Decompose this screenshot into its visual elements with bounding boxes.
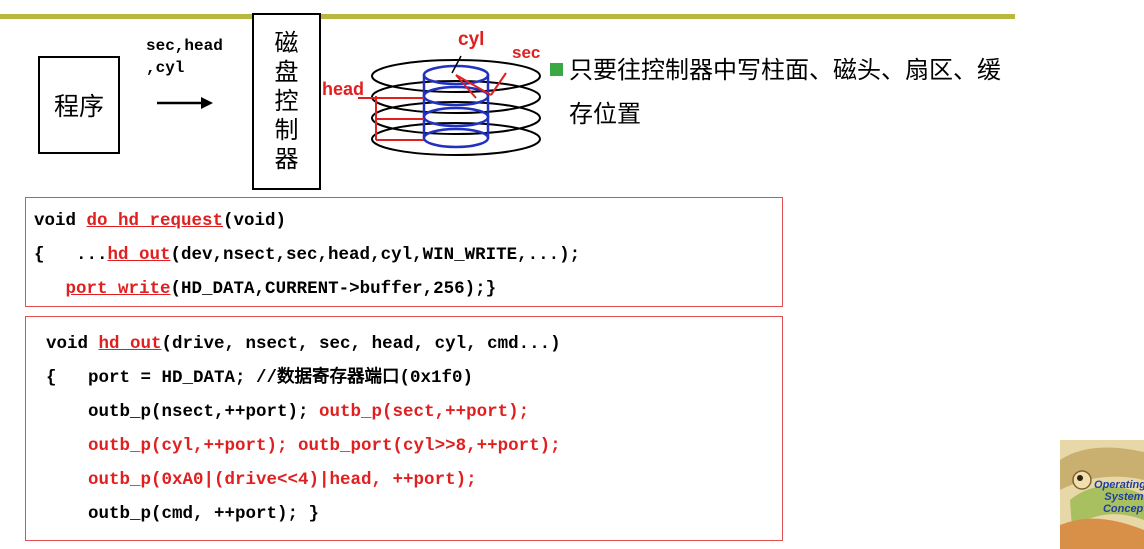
code-block-hd-out: void hd_out(drive, nsect, sec, head, cyl… <box>25 316 783 541</box>
controller-char: 磁 <box>274 29 299 57</box>
code-line: { port = HD_DATA; //数据寄存器端口(0x1f0) <box>46 368 474 388</box>
controller-char: 器 <box>274 145 299 173</box>
code-line: { ...hd_out(dev,nsect,sec,head,cyl,WIN_W… <box>34 245 581 265</box>
controller-char: 制 <box>274 116 299 144</box>
cyl-pointer <box>451 55 462 74</box>
code-line: void do_hd_request(void) <box>34 211 287 231</box>
controller-char: 盘 <box>274 58 299 86</box>
disk-platter-diagram: cyl sec head <box>322 29 541 156</box>
bullet-line-2: 存位置 <box>550 92 1120 136</box>
function-name: do_hd_request <box>86 211 224 231</box>
function-name: hd_out <box>98 334 162 354</box>
code-line: outb_p(nsect,++port); outb_p(sect,++port… <box>46 402 530 422</box>
os-concepts-logo: Operating System Concepts <box>1060 440 1144 549</box>
code-line: void hd_out(drive, nsect, sec, head, cyl… <box>46 334 561 354</box>
bullet-text-2: 存位置 <box>569 100 641 128</box>
code-line: outb_p(0xA0|(drive<<4)|head, ++port); <box>46 470 477 490</box>
code-line: port_write(HD_DATA,CURRENT->buffer,256);… <box>65 279 497 299</box>
right-arrow-icon <box>157 97 213 109</box>
logo-text-2: System <box>1104 491 1143 503</box>
program-label: 程序 <box>53 92 104 121</box>
logo-text-1: Operating <box>1094 479 1144 491</box>
head-label: head <box>322 79 364 99</box>
cyl-label: cyl <box>458 29 484 50</box>
params-line-1: sec,head <box>146 37 223 55</box>
bullet-line-1: 只要往控制器中写柱面、磁头、扇区、缓 <box>550 48 1120 92</box>
code-line: outb_p(cmd, ++port); } <box>46 504 320 524</box>
disk-controller-box: 磁 盘 控 制 器 <box>252 13 321 190</box>
code-block-do-hd-request: void do_hd_request(void) { ...hd_out(dev,… <box>25 197 783 307</box>
code-line: outb_p(cyl,++port); outb_port(cyl>>8,++p… <box>46 436 561 456</box>
controller-char: 控 <box>274 87 299 115</box>
program-box: 程序 <box>38 56 120 154</box>
sec-label: sec <box>512 43 540 62</box>
bullet-square-icon <box>550 63 563 76</box>
bullet-point: 只要往控制器中写柱面、磁头、扇区、缓 存位置 <box>550 48 1120 136</box>
function-name: hd_out <box>107 245 171 265</box>
logo-text-3: Concepts <box>1103 503 1144 515</box>
params-line-2: ,cyl <box>146 59 185 77</box>
function-name: port_write <box>65 279 171 299</box>
params-label: sec,head ,cyl <box>146 35 223 79</box>
bullet-text-1: 只要往控制器中写柱面、磁头、扇区、缓 <box>569 56 1001 84</box>
